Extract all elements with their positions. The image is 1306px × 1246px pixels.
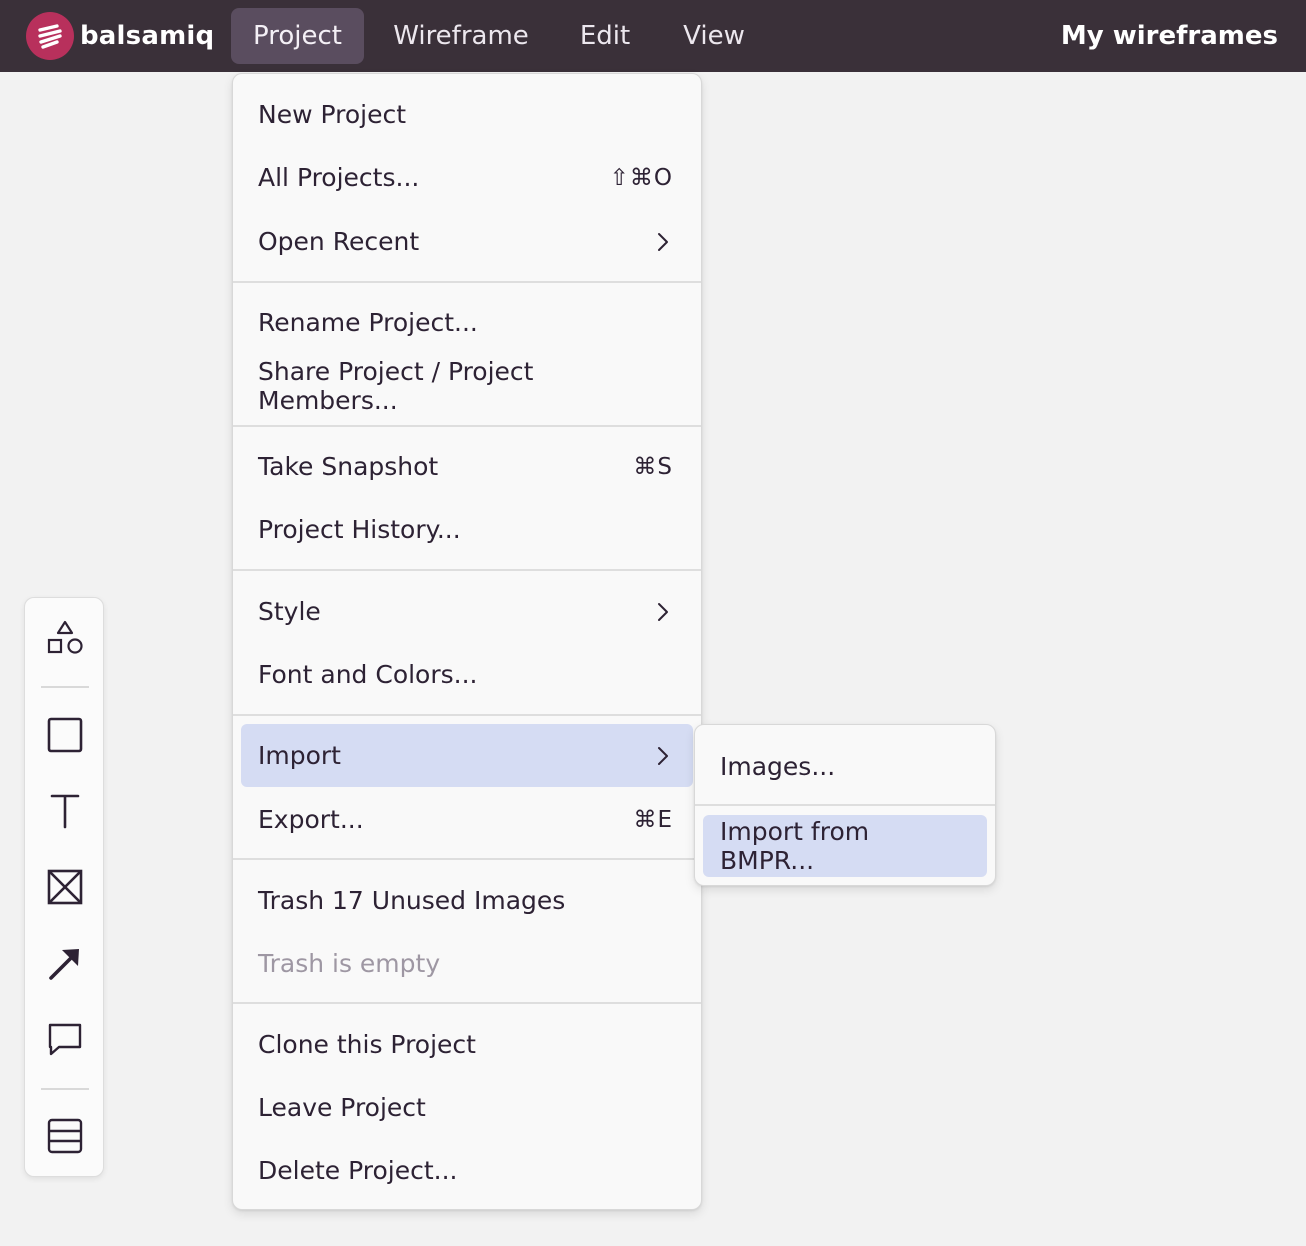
menu-item-label: Clone this Project (258, 1030, 476, 1059)
menu-view[interactable]: View (666, 8, 762, 64)
shapes-icon[interactable] (41, 614, 89, 662)
toolbar-divider (41, 1088, 89, 1090)
menu-item-trash-empty: Trash is empty (241, 932, 693, 995)
menu-item-share-project[interactable]: Share Project / Project Members... (241, 354, 693, 417)
menu-item-label: Take Snapshot (258, 452, 439, 481)
menu-item-label: Rename Project... (258, 308, 478, 337)
menu-item-take-snapshot[interactable]: Take Snapshot ⌘S (241, 435, 693, 498)
menu-item-label: Images... (720, 751, 836, 781)
shortcut-label: ⇧⌘O (609, 164, 673, 191)
menu-item-font-colors[interactable]: Font and Colors... (241, 643, 693, 706)
menu-item-leave-project[interactable]: Leave Project (241, 1076, 693, 1139)
project-menu: New Project All Projects... ⇧⌘O Open Rec… (232, 73, 702, 1210)
menu-item-rename-project[interactable]: Rename Project... (241, 291, 693, 354)
text-icon[interactable] (41, 787, 89, 835)
menu-divider (233, 281, 701, 283)
menu-item-label: Share Project / Project Members... (258, 356, 534, 415)
menu-item-label: Font and Colors... (258, 660, 478, 689)
menu-item-clone-project[interactable]: Clone this Project (241, 1013, 693, 1076)
menu-divider (695, 804, 995, 806)
menu-item-label: Import from BMPR... (720, 817, 870, 875)
menu-divider (233, 714, 701, 716)
menu-divider (233, 1002, 701, 1004)
shortcut-label: ⌘S (633, 453, 673, 480)
rectangle-icon[interactable] (41, 711, 89, 759)
menu-item-label: Delete Project... (258, 1156, 458, 1185)
toolbar-divider (41, 686, 89, 688)
menu-item-label: Open Recent (258, 227, 420, 256)
my-wireframes-link[interactable]: My wireframes (1061, 8, 1278, 64)
insert-toolbar (24, 597, 104, 1177)
import-submenu: Images... Import from BMPR... (694, 724, 996, 886)
app-logo[interactable]: balsamiq (26, 12, 214, 60)
menu-item-import[interactable]: Import (241, 724, 693, 787)
menu-item-label: Trash 17 Unused Images (258, 886, 566, 915)
shortcut-label: ⌘E (633, 806, 673, 833)
menu-item-export[interactable]: Export... ⌘E (241, 788, 693, 851)
menu-item-delete-project[interactable]: Delete Project... (241, 1139, 693, 1202)
menu-item-style[interactable]: Style (241, 580, 693, 643)
menu-wireframe[interactable]: Wireframe (380, 8, 542, 64)
menu-item-label: Trash is empty (258, 949, 441, 978)
balsamiq-logo-icon (26, 12, 74, 60)
menu-item-project-history[interactable]: Project History... (241, 498, 693, 561)
menu-edit[interactable]: Edit (560, 8, 650, 64)
chevron-right-icon (658, 746, 668, 765)
menu-item-trash-unused-images[interactable]: Trash 17 Unused Images (241, 869, 693, 932)
menu-item-label: Export... (258, 805, 364, 834)
menu-item-label: Import (258, 741, 341, 770)
chevron-right-icon (658, 602, 668, 621)
menu-item-import-bmpr[interactable]: Import from BMPR... (703, 815, 987, 877)
comment-icon[interactable] (41, 1015, 89, 1063)
menu-item-open-recent[interactable]: Open Recent (241, 210, 693, 273)
menu-item-import-images[interactable]: Images... (703, 735, 987, 797)
image-placeholder-icon[interactable] (41, 863, 89, 911)
menu-item-new-project[interactable]: New Project (241, 83, 693, 146)
menu-divider (233, 425, 701, 427)
menu-item-label: Leave Project (258, 1093, 426, 1122)
layout-icon[interactable] (41, 1112, 89, 1160)
logo-text: balsamiq (80, 21, 215, 51)
menu-divider (233, 569, 701, 571)
arrow-icon[interactable] (41, 939, 89, 987)
menu-item-label: New Project (258, 100, 407, 129)
menu-divider (233, 858, 701, 860)
menu-item-label: Project History... (258, 515, 461, 544)
menu-item-label: All Projects... (258, 163, 420, 192)
menu-project[interactable]: Project (231, 8, 364, 64)
menu-item-all-projects[interactable]: All Projects... ⇧⌘O (241, 146, 693, 209)
top-menu-bar: balsamiq Project Wireframe Edit View My … (0, 0, 1306, 72)
chevron-right-icon (658, 232, 668, 251)
menu-item-label: Style (258, 597, 321, 626)
